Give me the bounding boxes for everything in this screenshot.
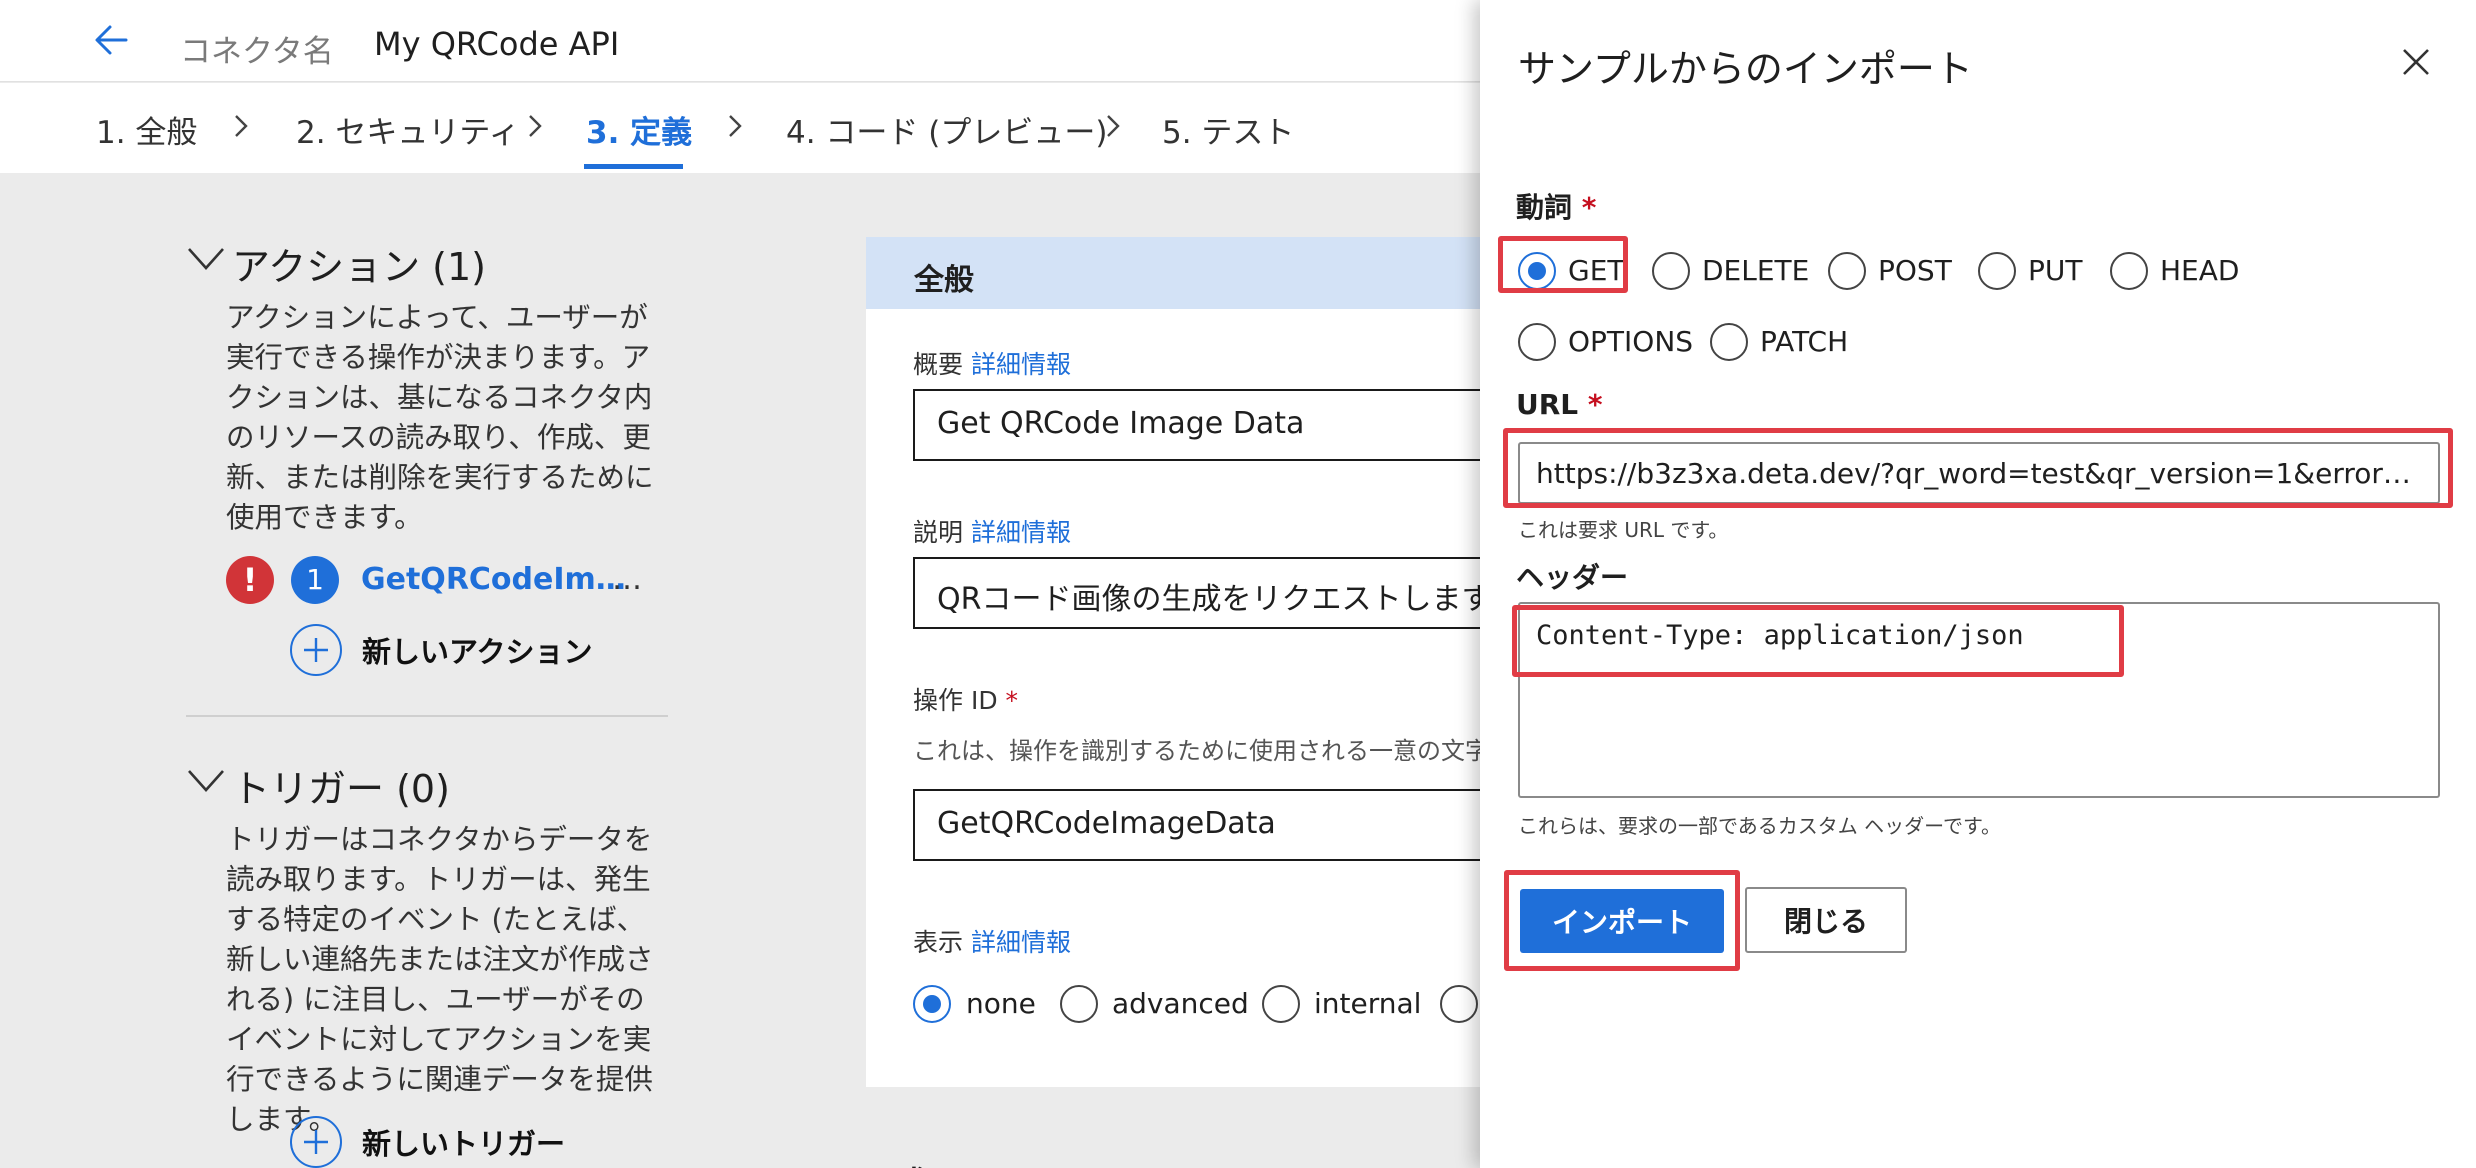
summary-learn-more-link[interactable]: 詳細情報 — [971, 350, 1071, 379]
step-test[interactable]: 5. テスト — [1162, 107, 1294, 152]
plus-circle-icon — [290, 1116, 342, 1168]
description-label: 説明 詳細情報 — [913, 518, 1071, 547]
verb-label-put: PUT — [2028, 254, 2083, 287]
action-more-button[interactable]: … — [612, 562, 642, 597]
verb-label-patch: PATCH — [1760, 325, 1849, 358]
visibility-learn-more-link[interactable]: 詳細情報 — [971, 928, 1071, 957]
verb-radio-delete[interactable] — [1652, 252, 1690, 290]
operation-id-hint: これは、操作を識別するために使用される一意の文字列で — [913, 737, 1537, 765]
close-button[interactable]: 閉じる — [1745, 887, 1907, 953]
new-action-label: 新しいアクション — [362, 635, 593, 669]
headers-label: ヘッダー — [1516, 561, 1629, 594]
chevron-right-icon — [529, 115, 542, 137]
headers-hint: これらは、要求の一部であるカスタム ヘッダーです。 — [1518, 814, 2001, 838]
general-panel-header: 全般 — [866, 237, 1480, 309]
highlight-url — [1503, 428, 2453, 508]
action-number-badge: 1 — [291, 556, 339, 604]
verb-radio-put[interactable] — [1978, 252, 2016, 290]
verb-radio-options[interactable] — [1518, 323, 1556, 361]
back-arrow-icon[interactable] — [92, 18, 132, 62]
top-bar: コネクタ名 My QRCode API — [0, 0, 1480, 82]
triggers-description: トリガーはコネクタからデータを読み取ります。トリガーは、発生する特定のイベント … — [226, 823, 654, 1136]
wizard-steps: 1. 全般 2. セキュリティ 3. 定義 4. コード (プレビュー) 5. … — [0, 83, 1480, 173]
close-icon[interactable] — [2396, 42, 2436, 82]
verb-radio-head[interactable] — [2110, 252, 2148, 290]
verb-label: 動詞 * — [1516, 191, 1597, 224]
actions-heading: アクション (1) — [232, 245, 487, 289]
visibility-radio-internal[interactable] — [1262, 985, 1300, 1023]
connector-name-label: コネクタ名 — [180, 34, 334, 70]
verb-label-options: OPTIONS — [1568, 325, 1694, 358]
step-code-preview[interactable]: 4. コード (プレビュー) — [786, 107, 1107, 152]
visibility-radio-advanced[interactable] — [1060, 985, 1098, 1023]
new-trigger-button[interactable]: 新しいトリガー — [290, 1116, 565, 1168]
error-icon: ! — [226, 556, 274, 604]
visibility-radio-none[interactable] — [913, 985, 951, 1023]
url-hint: これは要求 URL です。 — [1518, 518, 1729, 542]
verb-radio-post[interactable] — [1828, 252, 1866, 290]
highlight-headers — [1512, 605, 2124, 677]
visibility-option-internal: internal — [1314, 987, 1422, 1020]
plus-circle-icon — [290, 624, 342, 676]
chevron-down-icon[interactable] — [186, 244, 226, 274]
visibility-option-advanced: advanced — [1112, 987, 1249, 1020]
general-panel: 全般 概要 詳細情報 Get QRCode Image Data 説明 詳細情報… — [866, 237, 1537, 1087]
connector-name-value[interactable]: My QRCode API — [374, 25, 619, 63]
verb-label-head: HEAD — [2160, 254, 2240, 287]
triggers-heading: トリガー (0) — [232, 767, 450, 811]
verb-label-delete: DELETE — [1702, 254, 1810, 287]
description-learn-more-link[interactable]: 詳細情報 — [971, 518, 1071, 547]
chevron-right-icon — [729, 115, 742, 137]
url-label: URL * — [1516, 388, 1603, 421]
verb-label-post: POST — [1878, 254, 1952, 287]
operation-id-field[interactable]: GetQRCodeImageData — [913, 789, 1513, 861]
visibility-radio-important[interactable] — [1440, 985, 1478, 1023]
highlight-import — [1504, 870, 1740, 971]
chevron-right-icon — [1107, 115, 1120, 137]
highlight-get — [1498, 236, 1628, 293]
step-security[interactable]: 2. セキュリティ — [296, 107, 520, 152]
verb-radio-patch[interactable] — [1710, 323, 1748, 361]
visibility-option-none: none — [966, 987, 1036, 1020]
actions-description: アクションによって、ユーザーが実行できる操作が決まります。アクションは、基になる… — [226, 301, 654, 534]
chevron-down-icon[interactable] — [186, 766, 226, 796]
request-section-heading: 要求 — [866, 1158, 930, 1168]
active-step-indicator — [584, 164, 683, 169]
visibility-label: 表示 詳細情報 — [913, 928, 1071, 957]
dialog-title: サンプルからのインポート — [1518, 47, 1973, 91]
general-panel-title: 全般 — [914, 263, 974, 298]
import-from-sample-dialog: サンプルからのインポート 動詞 * GET DELETE POST PUT HE… — [1480, 0, 2476, 1168]
section-divider — [186, 715, 668, 717]
chevron-right-icon — [235, 115, 248, 137]
new-trigger-label: 新しいトリガー — [362, 1127, 566, 1161]
new-action-button[interactable]: 新しいアクション — [290, 624, 593, 676]
action-item-getqrcode[interactable]: GetQRCodeIm… — [361, 562, 626, 597]
description-field[interactable]: QRコード画像の生成をリクエストします。 — [913, 557, 1513, 629]
step-general[interactable]: 1. 全般 — [96, 107, 197, 152]
summary-label: 概要 詳細情報 — [913, 350, 1071, 379]
summary-field[interactable]: Get QRCode Image Data — [913, 389, 1513, 461]
operation-id-label: 操作 ID * — [913, 686, 1019, 715]
step-definition[interactable]: 3. 定義 — [586, 107, 692, 152]
